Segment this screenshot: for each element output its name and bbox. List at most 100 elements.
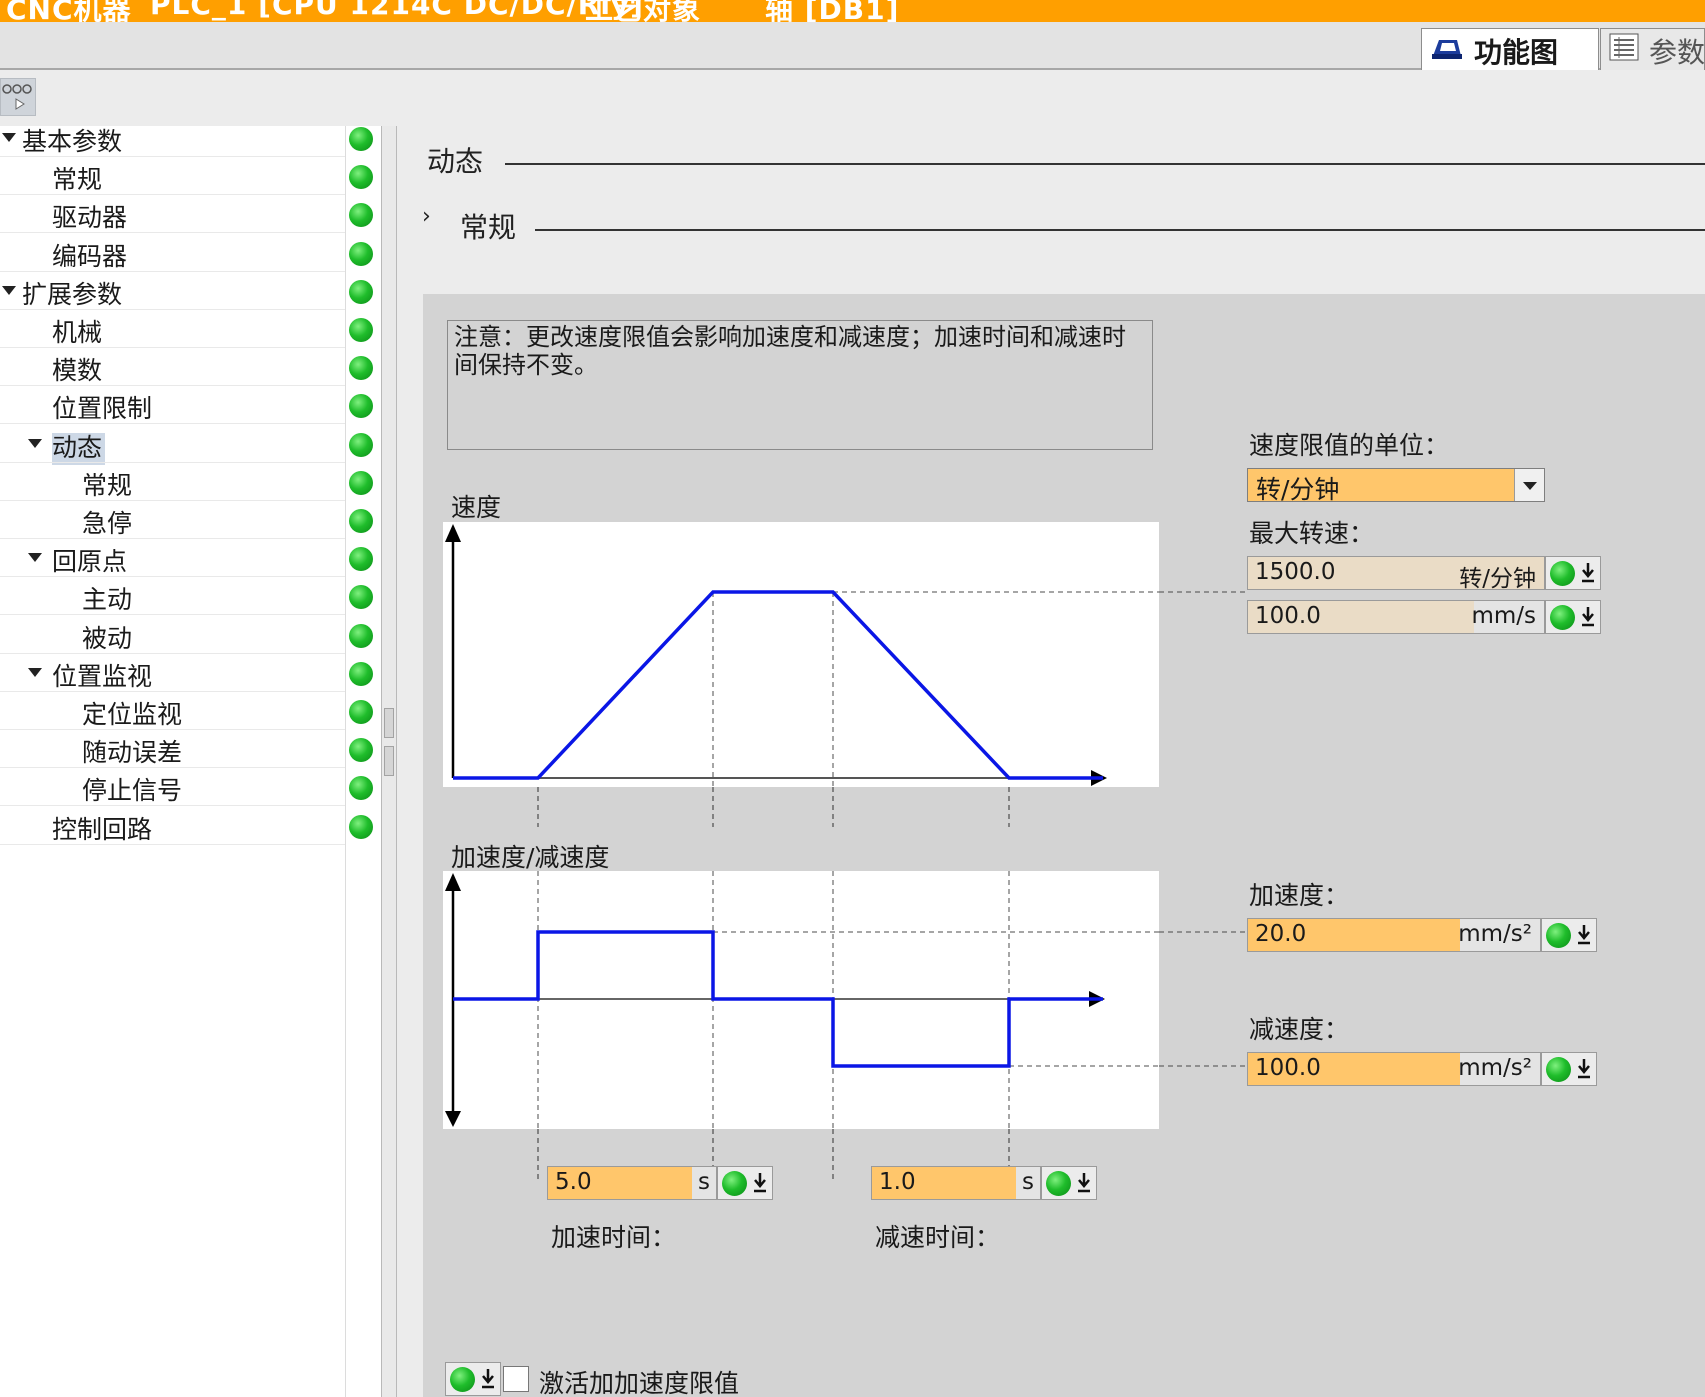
speed-chart-guides — [537, 787, 1010, 827]
status-ok-icon — [349, 241, 373, 266]
status-ok-icon — [1550, 561, 1575, 586]
acceleration-status[interactable] — [1541, 918, 1597, 952]
status-ok-icon — [349, 814, 373, 839]
acceleration-label: 加速度： — [1249, 881, 1350, 910]
tree-item-label: 被动 — [82, 623, 133, 653]
tree-item[interactable]: 机械 — [0, 310, 345, 348]
speed-unit-select[interactable]: 转/分钟 — [1247, 468, 1545, 504]
tree-item-label: 主动 — [82, 585, 133, 615]
tree-item[interactable]: 主动 — [0, 577, 345, 616]
content-area: 动态 › 常规 注意：更改速度限值会影响加速度和减速度；加速时间和减速时间保持不… — [397, 126, 1705, 1397]
tree-item[interactable]: 定位监视 — [0, 692, 345, 730]
download-icon — [1078, 1173, 1090, 1193]
accel-chart-label: 加速度/减速度 — [451, 843, 610, 872]
status-ok-icon — [349, 470, 373, 495]
status-ok-icon — [349, 432, 373, 457]
status-ok-icon — [349, 127, 373, 151]
tree-item-label: 急停 — [82, 509, 133, 538]
max-speed-linear-unit: mm/s — [1471, 603, 1536, 629]
deceleration-value: 100.0 — [1255, 1055, 1321, 1081]
tree-item[interactable]: 驱动器 — [0, 195, 345, 234]
accel-time-unit: s — [698, 1169, 710, 1195]
tree-item[interactable]: 模数 — [0, 348, 345, 387]
tree-item-label: 编码器 — [52, 241, 128, 271]
expand-right-button[interactable] — [384, 746, 394, 776]
max-speed-status[interactable] — [1545, 556, 1601, 590]
acceleration-value: 20.0 — [1255, 921, 1307, 947]
accel-time-value: 5.0 — [555, 1169, 592, 1195]
function-diagram-icon — [1430, 34, 1464, 67]
panel-splitter[interactable] — [381, 126, 397, 1397]
tree-item[interactable]: 回原点 — [0, 539, 345, 578]
max-speed-label: 最大转速： — [1249, 519, 1375, 548]
acceleration-profile-chart — [443, 871, 1159, 1129]
acceleration-field[interactable]: 20.0 mm/s² — [1247, 918, 1541, 952]
tab-function-diagram[interactable]: 功能图 — [1421, 28, 1599, 72]
navigation-tree: 基本参数 常规 驱动器 编码器 扩展参数 机械 模数 位置限制 动态 常规 急停 回原点 主动 被动 位置监… — [0, 126, 345, 1397]
download-icon — [1578, 1059, 1590, 1079]
section-divider — [505, 163, 1705, 165]
tree-item-label: 模数 — [52, 356, 103, 386]
decel-time-field[interactable]: 1.0 s — [871, 1166, 1041, 1200]
status-ok-icon — [349, 356, 373, 381]
tree-item[interactable]: 扩展参数 — [0, 272, 345, 310]
expand-arrow-icon[interactable] — [2, 285, 16, 295]
expand-arrow-icon[interactable] — [28, 667, 42, 677]
tree-item[interactable]: 位置限制 — [0, 386, 345, 425]
tree-item[interactable]: 急停 — [0, 501, 345, 539]
max-speed-linear-value: 100.0 — [1255, 603, 1321, 629]
status-ok-icon — [349, 318, 373, 342]
max-speed-linear-status[interactable] — [1545, 600, 1601, 634]
subsection-title-general[interactable]: 常规 — [460, 206, 516, 246]
tree-item-label: 常规 — [52, 165, 103, 195]
max-speed-field[interactable]: 1500.0 转/分钟 — [1247, 556, 1545, 592]
tree-item[interactable]: 常规 — [0, 463, 345, 501]
deceleration-status[interactable] — [1541, 1052, 1597, 1086]
note-box: 注意：更改速度限值会影响加速度和减速度；加速时间和减速时间保持不变。 — [447, 320, 1153, 450]
expand-arrow-icon[interactable] — [2, 133, 16, 142]
tree-item-label: 驱动器 — [52, 203, 128, 233]
tree-item-label: 机械 — [52, 318, 103, 347]
tree-item-label: 回原点 — [52, 547, 128, 577]
speed-unit-label: 速度限值的单位： — [1249, 431, 1450, 460]
tree-item[interactable]: 基本参数 — [0, 119, 345, 157]
status-ok-icon — [722, 1171, 747, 1196]
expand-arrow-icon[interactable] — [28, 553, 42, 563]
status-ok-icon — [1546, 1057, 1571, 1082]
collapse-left-button[interactable] — [384, 708, 394, 738]
collapse-chevron-icon[interactable]: › — [422, 204, 431, 229]
title-bar: CNC机器 PLC_1 [CPU 1214C DC/DC/Rly] 工艺对象 轴… — [0, 0, 1705, 26]
status-ok-icon — [349, 623, 373, 648]
expand-arrow-icon[interactable] — [28, 438, 42, 448]
chevron-down-icon[interactable] — [1514, 469, 1544, 501]
tab-parameters[interactable]: 参数 — [1600, 28, 1705, 72]
tree-item[interactable]: 位置监视 — [0, 654, 345, 692]
tree-item[interactable]: 编码器 — [0, 234, 345, 272]
jerk-status[interactable] — [445, 1362, 501, 1396]
tree-item[interactable]: 被动 — [0, 616, 345, 654]
speed-unit-value: 转/分钟 — [1256, 475, 1340, 504]
decel-time-status[interactable] — [1041, 1166, 1097, 1200]
tree-item-label: 基本参数 — [22, 127, 123, 156]
tree-item[interactable]: 随动误差 — [0, 730, 345, 769]
jerk-limit-label: 激活加加速度限值 — [539, 1369, 740, 1397]
deceleration-field[interactable]: 100.0 mm/s² — [1247, 1052, 1541, 1086]
deceleration-unit: mm/s² — [1458, 1055, 1532, 1081]
max-speed-value: 1500.0 — [1255, 559, 1336, 585]
max-speed-linear-field[interactable]: 100.0 mm/s — [1247, 600, 1545, 634]
tree-item[interactable]: 停止信号 — [0, 768, 345, 807]
accel-time-status[interactable] — [717, 1166, 773, 1200]
tree-item-label: 位置监视 — [52, 661, 153, 691]
tree-item-label: 随动误差 — [82, 738, 183, 768]
status-ok-icon — [450, 1367, 475, 1392]
tree-item[interactable]: 动态 — [0, 425, 345, 463]
tree-item-label: 定位监视 — [82, 700, 183, 729]
tree-item[interactable]: 常规 — [0, 157, 345, 196]
accel-time-label: 加速时间： — [551, 1223, 677, 1252]
accel-time-field[interactable]: 5.0 s — [547, 1166, 717, 1200]
overview-icon — [2, 84, 32, 110]
speed-to-field-guide — [1159, 591, 1247, 593]
toggle-overview-button[interactable] — [0, 78, 36, 116]
tree-item[interactable]: 控制回路 — [0, 807, 345, 845]
jerk-limit-checkbox[interactable] — [503, 1366, 529, 1392]
